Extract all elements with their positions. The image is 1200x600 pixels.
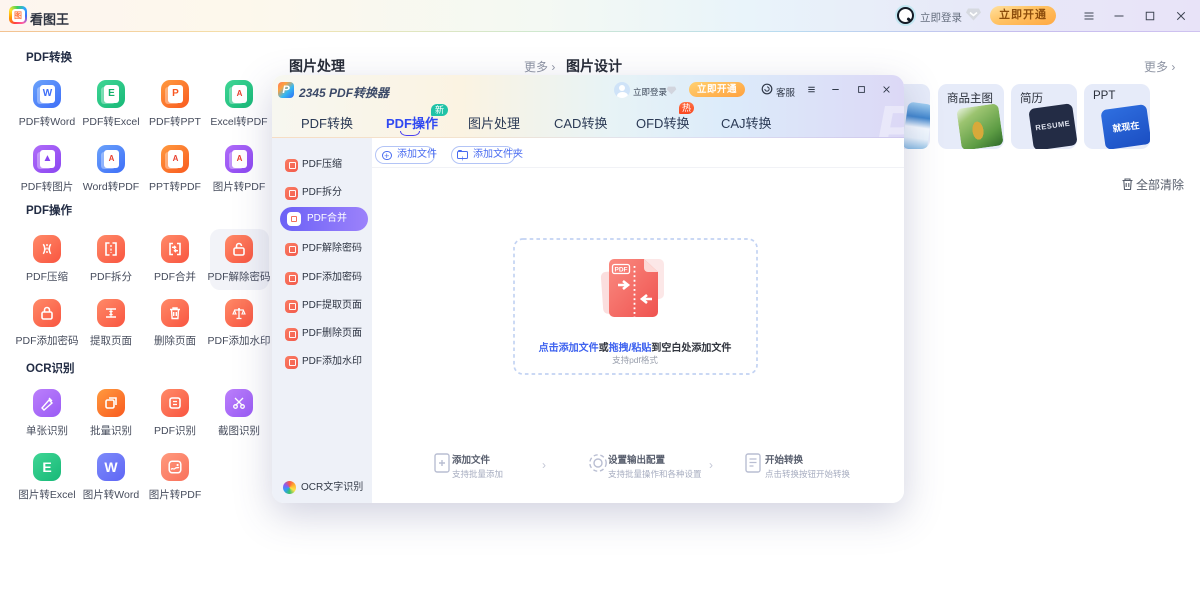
svg-text:PDF: PDF	[615, 267, 628, 274]
